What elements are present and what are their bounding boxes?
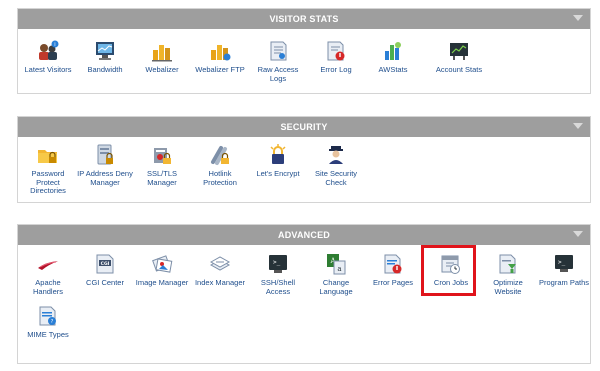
security-panel: SECURITY Password Protect Directories IP…	[17, 116, 591, 203]
webalizer-ftp-label: Webalizer FTP	[195, 65, 245, 74]
ssh-shell-label: SSH/Shell Access	[260, 278, 296, 296]
image-manager-icon	[152, 255, 173, 273]
program-paths-link[interactable]: >_ Program Paths	[536, 252, 592, 288]
lets-encrypt-label: Let's Encrypt	[256, 169, 300, 178]
site-security-icon	[329, 146, 343, 164]
bandwidth-icon	[96, 42, 114, 60]
lets-encrypt-icon	[270, 144, 286, 164]
program-paths-icon: >_	[555, 255, 573, 272]
cron-jobs-label: Cron Jobs	[433, 278, 469, 287]
webalizer-icon	[152, 45, 172, 62]
webalizer-ftp-link[interactable]: Webalizer FTP	[192, 39, 248, 75]
password-protect-label: Password Protect Directories	[30, 169, 66, 195]
bandwidth-link[interactable]: Bandwidth	[77, 39, 133, 75]
change-language-icon: A a	[327, 254, 346, 275]
visitor-stats-panel: VISITOR STATS i Latest Visitors Bandwidt…	[17, 8, 591, 94]
mime-types-icon: ?	[39, 306, 56, 326]
password-protect-icon	[38, 150, 57, 163]
apache-handlers-icon	[38, 261, 58, 270]
webalizer-ftp-icon	[211, 45, 231, 61]
error-log-icon	[327, 41, 345, 61]
mime-types-label: MIME Types	[27, 330, 69, 339]
ip-deny-label: IP Address Deny Manager	[77, 169, 133, 187]
index-manager-icon	[209, 256, 231, 271]
ssl-tls-icon	[154, 148, 171, 164]
error-pages-link[interactable]: Error Pages	[365, 252, 421, 288]
svg-text:CGI: CGI	[101, 261, 110, 267]
error-log-link[interactable]: Error Log	[308, 39, 364, 75]
cgi-center-link[interactable]: CGI CGI Center	[77, 252, 133, 288]
awstats-link[interactable]: AWStats	[365, 39, 421, 75]
raw-access-logs-label: Raw Access Logs	[257, 65, 299, 83]
optimize-website-icon	[499, 254, 516, 274]
collapse-arrow-icon[interactable]	[573, 231, 583, 237]
hotlink-protection-icon	[211, 146, 229, 165]
awstats-label: AWStats	[378, 65, 408, 74]
image-manager-link[interactable]: Image Manager	[134, 252, 190, 288]
svg-text:>_: >_	[558, 259, 566, 266]
apache-handlers-label: Apache Handlers	[32, 278, 63, 296]
account-stats-icon	[450, 43, 468, 60]
program-paths-label: Program Paths	[538, 278, 590, 287]
error-pages-icon	[384, 254, 402, 274]
security-header[interactable]: SECURITY	[18, 117, 590, 137]
error-pages-label: Error Pages	[372, 278, 414, 287]
ssh-shell-icon: >_	[269, 255, 287, 273]
cgi-center-label: CGI Center	[86, 278, 124, 287]
optimize-website-link[interactable]: Optimize Website	[480, 252, 536, 296]
ssh-shell-link[interactable]: >_ SSH/Shell Access	[250, 252, 306, 296]
site-security-link[interactable]: Site Security Check	[308, 143, 364, 187]
collapse-arrow-icon[interactable]	[573, 15, 583, 21]
raw-access-logs-icon	[270, 41, 287, 61]
visitor-stats-header[interactable]: VISITOR STATS	[18, 9, 590, 29]
apache-handlers-link[interactable]: Apache Handlers	[20, 252, 76, 296]
ssl-tls-label: SSL/TLS Manager	[146, 169, 177, 187]
bandwidth-label: Bandwidth	[87, 65, 123, 74]
collapse-arrow-icon[interactable]	[573, 123, 583, 129]
account-stats-link[interactable]: Account Stats	[423, 39, 495, 75]
raw-access-logs-link[interactable]: Raw Access Logs	[250, 39, 306, 83]
svg-text:a: a	[337, 265, 341, 273]
webalizer-link[interactable]: Webalizer	[134, 39, 190, 75]
latest-visitors-label: Latest Visitors	[24, 65, 72, 74]
mime-types-link[interactable]: ? MIME Types	[20, 304, 76, 340]
ssl-tls-link[interactable]: SSL/TLS Manager	[134, 143, 190, 187]
latest-visitors-link[interactable]: i Latest Visitors	[20, 39, 76, 75]
site-security-label: Site Security Check	[314, 169, 358, 187]
svg-text:?: ?	[51, 319, 54, 325]
advanced-panel: ADVANCED Apache Handlers CGI CGI Center	[17, 224, 591, 364]
svg-text:>_: >_	[273, 259, 281, 266]
hotlink-protection-link[interactable]: Hotlink Protection	[192, 143, 248, 187]
advanced-header[interactable]: ADVANCED	[18, 225, 590, 245]
change-language-label: Change Language	[319, 278, 353, 296]
advanced-title: ADVANCED	[278, 230, 330, 240]
cron-jobs-icon	[441, 255, 460, 274]
optimize-website-label: Optimize Website	[493, 278, 523, 296]
visitor-stats-title: VISITOR STATS	[269, 14, 339, 24]
password-protect-link[interactable]: Password Protect Directories	[20, 143, 76, 196]
svg-text:i: i	[54, 42, 55, 48]
cron-jobs-link[interactable]: Cron Jobs	[423, 252, 479, 288]
webalizer-label: Webalizer	[145, 65, 179, 74]
awstats-icon	[385, 42, 401, 60]
index-manager-link[interactable]: Index Manager	[192, 252, 248, 288]
latest-visitors-icon: i	[39, 40, 59, 60]
hotlink-protection-label: Hotlink Protection	[203, 169, 237, 187]
account-stats-label: Account Stats	[435, 65, 483, 74]
ip-deny-link[interactable]: IP Address Deny Manager	[77, 143, 133, 187]
error-log-label: Error Log	[320, 65, 352, 74]
change-language-link[interactable]: A a Change Language	[308, 252, 364, 296]
security-title: SECURITY	[280, 122, 328, 132]
ip-deny-icon	[97, 144, 113, 165]
cgi-center-icon: CGI	[96, 254, 114, 274]
image-manager-label: Image Manager	[135, 278, 189, 287]
lets-encrypt-link[interactable]: Let's Encrypt	[250, 143, 306, 179]
index-manager-label: Index Manager	[194, 278, 246, 287]
